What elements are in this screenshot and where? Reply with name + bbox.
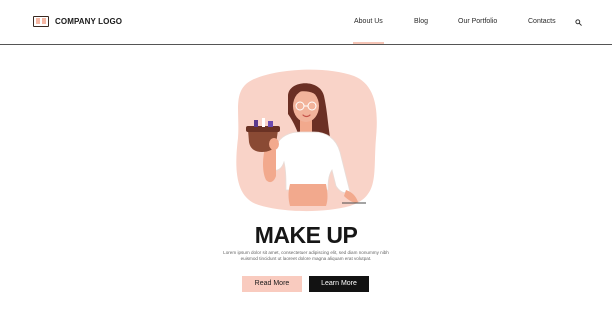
nav-item-our-portfolio[interactable]: Our Portfolio: [458, 18, 497, 25]
nav-item-about-us[interactable]: About Us: [353, 18, 384, 44]
page-title: MAKE UP: [254, 222, 358, 248]
hero-description: Lorem ipsum dolor sit amet, consectetuer…: [186, 250, 426, 261]
nav-item-contacts[interactable]: Contacts: [528, 18, 556, 25]
hero-description-line-2: euismod tincidunt ut laoreet dolore magn…: [240, 255, 372, 261]
company-logo[interactable]: COMPANY LOGO: [33, 16, 122, 27]
site-header: COMPANY LOGO About Us Blog Our Portfolio…: [0, 0, 612, 44]
header-divider: [0, 44, 612, 45]
read-more-button[interactable]: Read More: [242, 276, 302, 292]
logo-text: COMPANY LOGO: [55, 17, 123, 26]
nav-item-blog[interactable]: Blog: [414, 18, 428, 25]
logo-mark-icon: [33, 16, 49, 27]
makeup-woman-illustration: [236, 69, 377, 212]
learn-more-button[interactable]: Learn More: [309, 276, 369, 292]
search-icon[interactable]: [575, 19, 582, 26]
